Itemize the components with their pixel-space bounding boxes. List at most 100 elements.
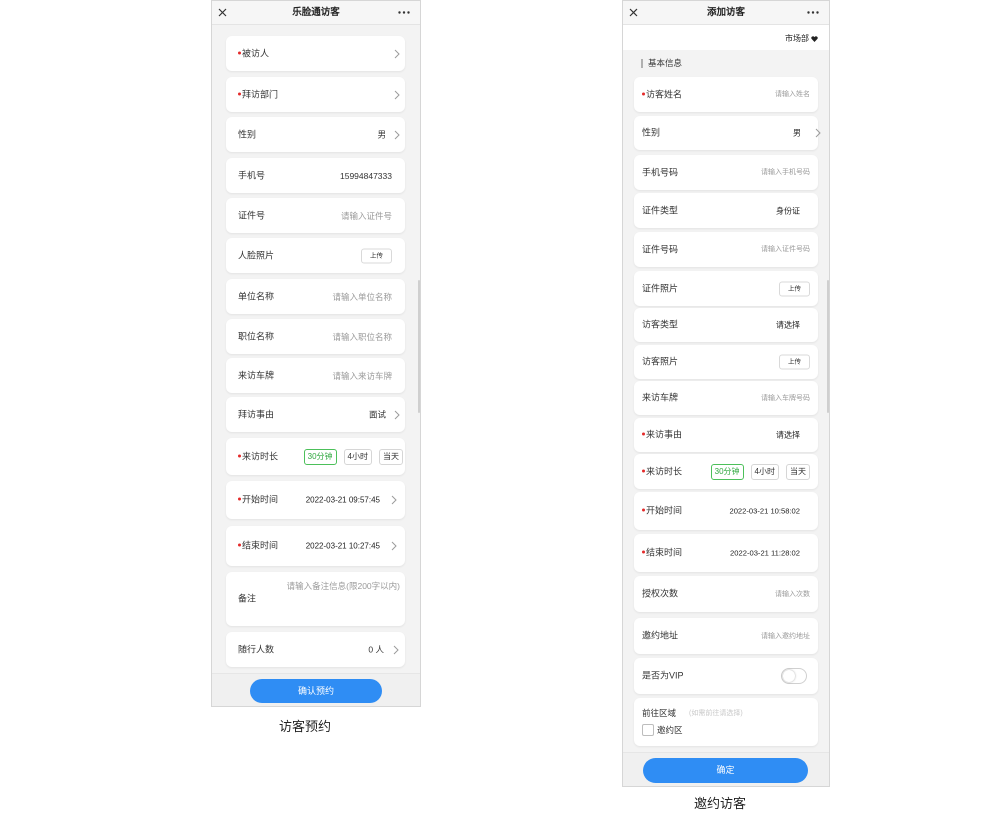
section-accent-bar [641,59,643,68]
phone-row: 手机号 [226,158,405,193]
vip-toggle[interactable] [781,668,807,684]
id-photo-label: 证件照片 [642,283,679,293]
face-photo-upload-button[interactable]: 上传 [361,248,392,263]
plate-row: 来访车牌 [226,358,405,393]
field-label: 来访事由 [642,430,682,441]
confirm-booking-button[interactable]: 确认预约 [250,679,382,703]
department-selector[interactable]: 市场部 [785,34,818,44]
more-icon[interactable] [398,11,410,14]
visitor-photo-upload-button[interactable]: 上传 [779,354,810,370]
required-marker [642,432,645,436]
phone-label: 手机号 [238,170,266,180]
scrollbar[interactable] [418,280,420,413]
id-photo-row: 证件照片 上传 [634,271,818,306]
invite-address-row: 邀约地址 [634,618,818,654]
visitee-label: 被访人 [242,48,270,58]
end-time-select-row[interactable]: 结束时间 2022-03-21 11:28:02 [634,534,818,572]
id-number-row: 证件号 [226,198,405,233]
duration-option-4h[interactable]: 4小时 [750,463,779,480]
invite-area-checkbox-label[interactable]: 邀约区 [657,725,683,736]
id-photo-upload-button[interactable]: 上传 [779,281,810,296]
plate-input[interactable] [700,391,810,405]
visitor-type-value: 请选择 [776,320,800,330]
invite-area-checkbox[interactable] [642,724,654,736]
gender-label: 性别 [238,129,257,139]
end-time-value: 2022-03-21 10:27:45 [305,541,380,551]
start-time-select-row[interactable]: 开始时间 2022-03-21 09:57:45 [226,481,405,519]
page-title: 乐脸通访客 [292,7,340,18]
required-marker [238,454,241,458]
invite-address-label: 邀约地址 [642,630,679,641]
page-title: 添加访客 [706,7,745,18]
field-label: 结束时间 [642,548,682,559]
section-title: 基本信息 [648,58,683,68]
visitor-booking-screen: 乐脸通访客 被访人 拜访部门 性别 男 手机号 证件号 人脸照片 上传 单位名称… [211,0,421,707]
companions-select-row[interactable]: 随行人数 0 人 [226,632,405,667]
confirm-button[interactable]: 确定 [643,758,808,783]
start-time-label: 开始时间 [646,505,683,516]
gender-value: 男 [793,128,801,138]
phone-input[interactable] [272,168,392,183]
toggle-knob [783,670,795,682]
visitor-name-input[interactable] [700,87,810,102]
companions-label: 随行人数 [238,644,275,654]
gender-label: 性别 [642,127,661,138]
invite-address-input[interactable] [700,629,810,643]
field-label: 来访时长 [238,451,278,462]
plate-input[interactable] [272,368,392,383]
duration-option-day[interactable]: 当天 [786,463,810,480]
phone-input[interactable] [700,165,810,180]
required-marker [238,51,241,55]
visit-reason-select-row[interactable]: 来访事由 请选择 [634,418,818,452]
destination-area-label: 前往区域 [642,708,677,718]
duration-option-30min[interactable]: 30分钟 [303,448,337,465]
position-row: 职位名称 [226,319,405,354]
end-time-select-row[interactable]: 结束时间 2022-03-21 10:27:45 [226,526,405,566]
duration-option-30min[interactable]: 30分钟 [710,463,744,480]
remark-label: 备注 [238,593,257,604]
department-name: 市场部 [785,34,809,43]
duration-options: 30分钟 4小时 当天 [303,448,403,465]
start-time-value: 2022-03-21 09:57:45 [305,495,380,505]
vip-label: 是否为VIP [642,670,684,681]
visitor-type-select-row[interactable]: 访客类型 请选择 [634,308,818,342]
remark-row: 备注 [226,572,405,626]
department-select-row[interactable]: 拜访部门 [226,77,405,112]
id-type-value: 身份证 [776,206,800,215]
field-label: 结束时间 [238,541,278,552]
remark-textarea[interactable] [265,581,400,617]
close-icon[interactable] [629,8,638,17]
visit-reason-select-row[interactable]: 拜访事由 面试 [226,397,405,432]
duration-option-day[interactable]: 当天 [379,448,403,465]
close-icon[interactable] [218,8,227,17]
duration-label: 来访时长 [646,466,683,476]
chevron-right-icon [394,49,400,58]
visitee-select-row[interactable]: 被访人 [226,36,405,71]
phone-row: 手机号码 [634,155,818,190]
start-time-select-row[interactable]: 开始时间 2022-03-21 10:58:02 [634,492,818,530]
id-number-input[interactable] [272,208,392,223]
gender-value: 男 [377,129,386,139]
duration-row: 来访时长 30分钟 4小时 当天 [634,454,818,489]
id-number-input[interactable] [700,242,810,257]
duration-option-4h[interactable]: 4小时 [343,448,372,465]
chevron-right-icon [391,495,397,505]
gender-select-row[interactable]: 性别 男 [226,117,405,152]
company-row: 单位名称 [226,279,405,314]
duration-options: 30分钟 4小时 当天 [710,463,810,480]
position-input[interactable] [272,329,392,344]
required-marker [642,550,645,554]
id-type-label: 证件类型 [642,205,679,215]
required-marker [238,497,241,501]
more-icon[interactable] [807,11,819,14]
chevron-right-icon [394,130,400,139]
add-visitor-screen: 添加访客 市场部 基本信息 访客姓名 性别 男 手机号码 证件类型 身份证 证件… [622,0,830,787]
end-time-value: 2022-03-21 11:28:02 [730,548,800,558]
company-input[interactable] [272,289,392,304]
gender-select-row[interactable]: 性别 男 [634,116,821,150]
scrollbar[interactable] [827,280,829,413]
id-type-select-row[interactable]: 证件类型 身份证 [634,193,818,228]
authorization-count-input[interactable] [700,587,810,601]
title-bar: 添加访客 [623,1,829,25]
visitor-photo-row: 访客照片 上传 [634,345,818,379]
